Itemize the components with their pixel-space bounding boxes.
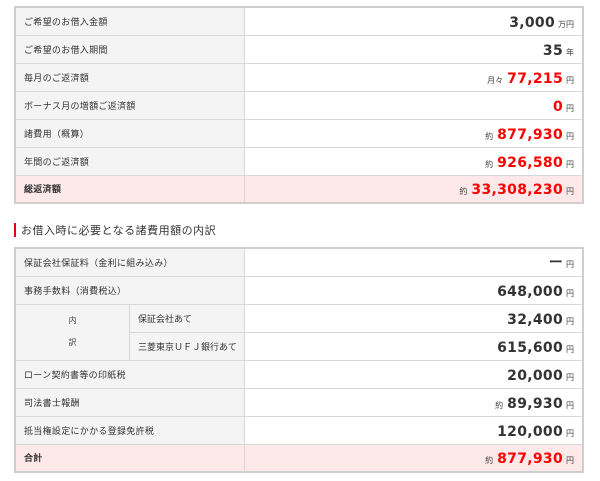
guarantee-fee-value: ー円: [243, 247, 584, 277]
summary-value: 約 877,930 円: [243, 118, 584, 148]
table-row: 事務手数料（消費税込） 648,000 円: [14, 275, 584, 305]
summary-total-label: 総返済額: [14, 174, 245, 204]
table-row: 保証会社保証料（金利に組み込み） ー円: [14, 247, 584, 277]
summary-label: ボーナス月の増額ご返済額: [14, 90, 245, 120]
table-row: 内 訳 保証会社あて 32,400 円: [14, 303, 584, 361]
summary-total-value: 約 33,308,230 円: [243, 174, 584, 204]
value-unit: 円: [566, 159, 574, 169]
registration-tax-value: 120,000 円: [243, 415, 584, 445]
breakdown-bank-value: 615,600 円: [243, 331, 584, 361]
summary-label: ご希望のお借入期間: [14, 34, 245, 64]
value-number: 0: [552, 98, 563, 115]
table-row: 年間のご返済額約 926,580 円: [14, 146, 584, 176]
summary-label: 毎月のご返済額: [14, 62, 245, 92]
table-row: ボーナス月の増額ご返済額 0 円: [14, 90, 584, 120]
value-number: 3,000: [509, 14, 555, 31]
summary-value: 約 926,580 円: [243, 146, 584, 176]
stamp-tax-value: 20,000 円: [243, 359, 584, 389]
table-row: 抵当権設定にかかる登録免許税 120,000 円: [14, 415, 584, 445]
table-row: ご希望のお借入期間 35 年: [14, 34, 584, 64]
admin-fee-value: 648,000 円: [243, 275, 584, 305]
costs-total-row: 合計 約 877,930 円: [14, 443, 584, 473]
table-row: ローン契約書等の印紙税 20,000 円: [14, 359, 584, 389]
costs-total-value: 約 877,930 円: [243, 443, 584, 473]
costs-section-title: お借入時に必要となる諸費用額の内訳: [21, 224, 217, 237]
summary-value: 月々 77,215 円: [243, 62, 584, 92]
value-number: 877,930: [497, 126, 563, 143]
value-unit: 円: [566, 75, 574, 85]
value-unit: 年: [566, 47, 574, 57]
summary-value: 0円: [243, 90, 584, 120]
table-row: 毎月のご返済額 月々 77,215 円: [14, 62, 584, 92]
value-unit: 万円: [558, 19, 574, 29]
summary-label: 諸費用（概算）: [14, 118, 245, 148]
table-row: 諸費用（概算）約 877,930 円: [14, 118, 584, 148]
table-row: 司法書士報酬 約 89,930 円: [14, 387, 584, 417]
summary-value: 35 年: [243, 34, 584, 64]
breakdown-guarantor-value: 32,400 円: [243, 303, 584, 333]
value-prefix: 約: [485, 131, 494, 141]
costs-total-label: 合計: [14, 443, 245, 473]
breakdown-mark: 内 訳: [14, 303, 130, 361]
summary-label: 年間のご返済額: [14, 146, 245, 176]
value-unit: 円: [566, 187, 574, 197]
value-prefix: 約: [485, 159, 494, 169]
heading-accent-bar: [14, 223, 16, 237]
breakdown-bank-label: 三菱東京ＵＦＪ銀行あて: [129, 331, 245, 361]
registration-tax-label: 抵当権設定にかかる登録免許税: [14, 415, 245, 445]
value-unit: 円: [566, 131, 574, 141]
scrivener-fee-value: 約 89,930 円: [243, 387, 584, 417]
admin-fee-label: 事務手数料（消費税込）: [14, 275, 245, 305]
value-number: 33,308,230: [471, 182, 563, 199]
value-unit: 円: [566, 103, 574, 113]
value-prefix: 約: [459, 187, 468, 197]
value-number: 926,580: [497, 154, 563, 171]
stamp-tax-label: ローン契約書等の印紙税: [14, 359, 245, 389]
loan-summary-table: ご希望のお借入金額 3,000 万円 ご希望のお借入期間 35 年毎月のご返済額 月々 77,…: [14, 6, 584, 204]
costs-section-heading: お借入時に必要となる諸費用額の内訳: [14, 222, 216, 238]
breakdown-guarantor-label: 保証会社あて: [129, 303, 245, 333]
summary-value: 3,000 万円: [243, 6, 584, 36]
summary-total-row: 総返済額約 33,308,230 円: [14, 174, 584, 204]
scrivener-fee-label: 司法書士報酬: [14, 387, 245, 417]
costs-breakdown-table: 保証会社保証料（金利に組み込み） ー円 事務手数料（消費税込） 648,000 円…: [14, 247, 584, 473]
table-row: ご希望のお借入金額 3,000 万円: [14, 6, 584, 36]
summary-label: ご希望のお借入金額: [14, 6, 245, 36]
value-number: 77,215: [507, 70, 563, 87]
value-prefix: 月々: [487, 75, 504, 85]
guarantee-fee-label: 保証会社保証料（金利に組み込み）: [14, 247, 245, 277]
value-number: 35: [542, 42, 563, 59]
